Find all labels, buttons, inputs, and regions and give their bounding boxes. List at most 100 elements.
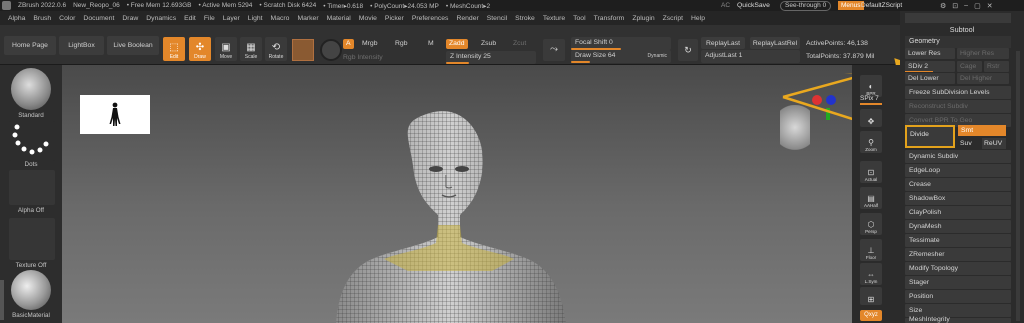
zremesher-item[interactable]: ZRemesher — [905, 248, 1011, 261]
menu-transform[interactable]: Transform — [594, 15, 625, 22]
rstr-button[interactable]: Rstr — [984, 61, 1009, 72]
default-zscript-button[interactable]: DefaultZScript — [861, 0, 902, 11]
zadd-button[interactable]: Zadd — [446, 39, 468, 49]
menu-draw[interactable]: Draw — [122, 15, 138, 22]
lightbox-button[interactable]: LightBox — [59, 36, 104, 55]
menu-picker[interactable]: Picker — [385, 15, 404, 22]
stroke-icon[interactable]: ⤳ — [543, 39, 565, 61]
menu-material[interactable]: Material — [327, 15, 351, 22]
tessimate-item[interactable]: Tessimate — [905, 234, 1011, 247]
standard-brush-icon[interactable] — [11, 68, 51, 110]
spix-slider[interactable]: SPix 7 — [860, 95, 879, 102]
basic-material-icon[interactable] — [11, 270, 51, 310]
z-intensity-slider[interactable]: Z Intensity 25 — [446, 51, 536, 64]
menu-layer[interactable]: Layer — [223, 15, 240, 22]
mrgb-button[interactable]: Mrgb — [362, 40, 378, 47]
shadowbox-item[interactable]: ShadowBox — [905, 192, 1011, 205]
m-button[interactable]: M — [428, 40, 434, 47]
menu-macro[interactable]: Macro — [271, 15, 290, 22]
edgeloop-item[interactable]: EdgeLoop — [905, 164, 1011, 177]
bpr-button[interactable]: ◐ BPR — [860, 75, 882, 97]
higher-res-button[interactable]: Higher Res — [957, 48, 1009, 59]
material-swatch[interactable] — [292, 39, 314, 61]
see-through-slider[interactable]: See-through 0 — [780, 0, 832, 11]
texture-slot[interactable] — [9, 218, 55, 260]
lsym-button[interactable]: ⇔ L.Sym — [860, 263, 882, 285]
zoom-button[interactable]: ⚲ Zoom — [860, 131, 882, 153]
divide-button[interactable]: Divide — [905, 125, 955, 148]
pin-icon[interactable]: ⊡ — [952, 2, 958, 10]
menu-texture[interactable]: Texture — [543, 15, 565, 22]
crease-item[interactable]: Crease — [905, 178, 1011, 191]
scroll-button[interactable]: ✥ — [860, 109, 882, 127]
lower-res-button[interactable]: Lower Res — [905, 48, 955, 59]
edit-tool-button[interactable]: ⬚ Edit — [163, 37, 185, 61]
menu-edit[interactable]: Edit — [184, 15, 196, 22]
menu-color[interactable]: Color — [59, 15, 75, 22]
panel-scrollbar[interactable] — [1016, 51, 1020, 321]
left-scrollbar[interactable] — [0, 280, 4, 320]
del-lower-button[interactable]: Del Lower — [905, 73, 955, 84]
menu-stencil[interactable]: Stencil — [487, 15, 507, 22]
rgb-button[interactable]: Rgb — [395, 40, 407, 47]
menu-file[interactable]: File — [204, 15, 215, 22]
xyz-button[interactable]: Qxyz — [860, 310, 882, 321]
adjust-last-slider[interactable]: AdjustLast 1 — [701, 50, 800, 63]
menu-tool[interactable]: Tool — [573, 15, 585, 22]
color-picker-icon[interactable] — [320, 39, 342, 61]
aahalf-button[interactable]: ▤ AAHalf — [860, 187, 882, 209]
freeze-subdivision-button[interactable]: Freeze SubDivision Levels — [905, 86, 1011, 99]
move-tool-button[interactable]: ▣ Move — [215, 37, 237, 61]
claypolish-item[interactable]: ClayPolish — [905, 206, 1011, 219]
settings-icon[interactable]: ⚙ — [940, 2, 946, 10]
quicksave-button[interactable]: QuickSave — [737, 0, 770, 11]
stager-item[interactable]: Stager — [905, 276, 1011, 289]
position-item[interactable]: Position — [905, 290, 1011, 303]
smt-toggle[interactable]: Smt — [958, 125, 1006, 136]
floor-button[interactable]: ⊥ Floor — [860, 239, 882, 261]
replay-icon[interactable]: ↻ — [678, 39, 698, 61]
dynamic-subdiv-item[interactable]: Dynamic Subdiv — [905, 150, 1011, 163]
focal-shift-slider[interactable]: Focal Shift 0 — [571, 37, 671, 50]
rgb-intensity-slider[interactable]: Rgb Intensity — [343, 54, 383, 61]
menus-button[interactable]: Menus — [838, 0, 864, 11]
menu-render[interactable]: Render — [456, 15, 478, 22]
live-boolean-button[interactable]: Live Boolean — [107, 36, 159, 55]
scale-tool-button[interactable]: ▦ Scale — [240, 37, 262, 61]
alpha-slot[interactable] — [9, 170, 55, 205]
menu-marker[interactable]: Marker — [297, 15, 318, 22]
zcut-button[interactable]: Zcut — [513, 40, 526, 47]
suv-toggle[interactable]: Suv — [958, 138, 980, 149]
geometry-header[interactable]: Geometry — [905, 36, 1011, 48]
menu-zplugin[interactable]: Zplugin — [632, 15, 654, 22]
menu-dynamics[interactable]: Dynamics — [146, 15, 176, 22]
menu-help[interactable]: Help — [691, 15, 705, 22]
draw-tool-button[interactable]: ✣ Draw — [189, 37, 211, 61]
menu-brush[interactable]: Brush — [33, 15, 51, 22]
zsub-button[interactable]: Zsub — [481, 40, 496, 47]
minimize-icon[interactable]: – — [964, 2, 968, 9]
menu-alpha[interactable]: Alpha — [8, 15, 25, 22]
reuv-button[interactable]: ReUV — [982, 138, 1006, 149]
subtool-header[interactable]: Subtool — [900, 25, 1024, 34]
reconstruct-subdiv-button[interactable]: Reconstruct Subdiv — [905, 100, 1011, 113]
actual-button[interactable]: ⊡ Actual — [860, 161, 882, 183]
frame-button[interactable]: ⊞ — [860, 287, 882, 305]
menu-movie[interactable]: Movie — [359, 15, 377, 22]
home-page-button[interactable]: Home Page — [4, 36, 56, 55]
maximize-icon[interactable]: ▢ — [974, 2, 981, 10]
del-higher-button[interactable]: Del Higher — [957, 73, 1009, 84]
menu-zscript[interactable]: Zscript — [663, 15, 683, 22]
replay-last-rel-button[interactable]: ReplayLastRel — [750, 37, 800, 49]
dynamesh-item[interactable]: DynaMesh — [905, 220, 1011, 233]
dynamic-toggle[interactable]: Dynamic — [648, 53, 667, 59]
menu-preferences[interactable]: Preferences — [412, 15, 449, 22]
cage-button[interactable]: Cage — [957, 61, 982, 72]
dots-stroke-icon[interactable] — [9, 121, 55, 161]
rotate-tool-button[interactable]: ⟲ Rotate — [265, 37, 287, 61]
modify-topology-item[interactable]: Modify Topology — [905, 262, 1011, 275]
replay-last-button[interactable]: ReplayLast — [701, 37, 745, 49]
a-toggle[interactable]: A — [343, 39, 354, 49]
persp-button[interactable]: ⬡ Persp — [860, 213, 882, 235]
menu-stroke[interactable]: Stroke — [515, 15, 535, 22]
